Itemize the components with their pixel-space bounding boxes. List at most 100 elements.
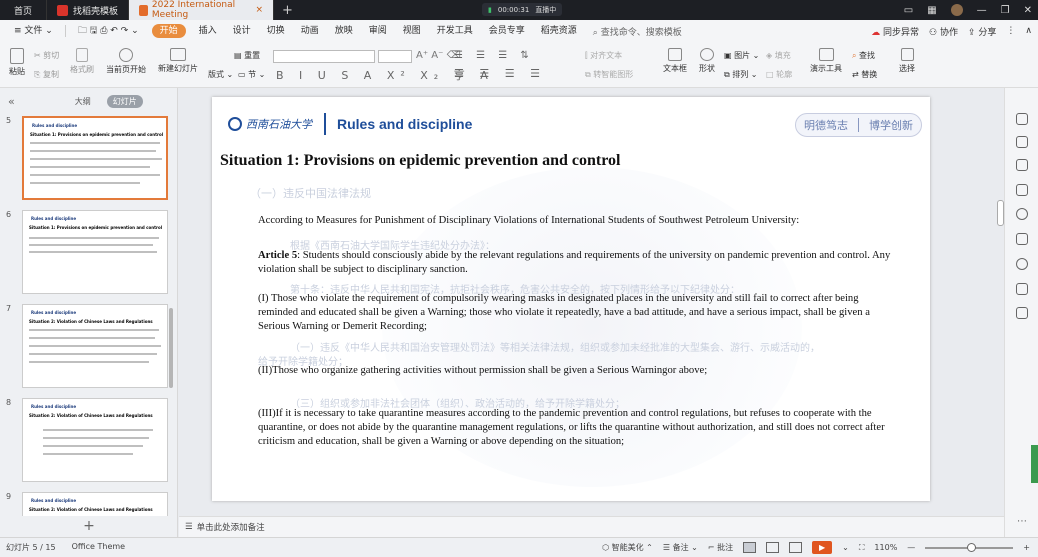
tab-home[interactable]: 首页	[0, 0, 48, 20]
slide-title[interactable]: Rules and discipline	[337, 116, 472, 132]
tab-outline[interactable]: 大纲	[69, 95, 97, 108]
location-icon[interactable]	[1016, 258, 1028, 270]
picture-icon[interactable]	[1016, 233, 1028, 245]
thumbnail-scrollbar[interactable]	[169, 308, 173, 388]
recording-indicator[interactable]: ▮ 00:00:31 直播中	[482, 3, 563, 16]
font-size-field[interactable]	[378, 50, 412, 63]
quick-access-icons[interactable]: 🗀 🖫 ⎙ ↶ ↷ ⌄	[70, 20, 147, 42]
thumbnail-slide[interactable]: Rules and discipline Situation 2: Violat…	[22, 304, 168, 388]
zoom-out-button[interactable]: —	[907, 543, 915, 552]
collapse-icon[interactable]: ∧	[1025, 26, 1032, 36]
layout-dropdown[interactable]: 版式 ⌄	[208, 69, 233, 80]
copy-icon[interactable]	[1016, 184, 1028, 196]
textbox-button[interactable]: 文本框	[660, 48, 690, 74]
collab-button[interactable]: ⚇ 协作	[929, 25, 958, 38]
adjust-icon[interactable]	[1016, 136, 1028, 148]
menu-item-developer[interactable]: 开发工具	[429, 20, 481, 42]
thumbnail-slide[interactable]: Rules and discipline Situation 1: Provis…	[22, 210, 168, 294]
body-paragraph[interactable]: (III)If it is necessary to take quaranti…	[258, 407, 910, 449]
share-button[interactable]: ⇪ 分享	[968, 25, 996, 38]
cube-icon[interactable]	[1016, 307, 1028, 319]
more-tools-icon[interactable]: ⋯	[1017, 516, 1027, 527]
grid-icon[interactable]: ▦	[927, 5, 936, 16]
outline-button[interactable]: □ 轮廓	[766, 69, 792, 80]
menu-item-animation[interactable]: 动画	[293, 20, 327, 42]
smartart-button[interactable]: ⧉ 转智能图形	[585, 69, 633, 80]
normal-view-icon[interactable]	[743, 542, 757, 553]
animation-icon[interactable]	[1016, 159, 1028, 171]
body-paragraph[interactable]: (II)Those who organize gathering activit…	[258, 364, 898, 378]
command-search[interactable]: ⌕ 查找命令、搜索模板	[585, 25, 690, 38]
thumbnail-item[interactable]: 7 Rules and discipline Situation 2: Viol…	[6, 304, 168, 388]
menu-item-member[interactable]: 会员专享	[481, 20, 533, 42]
collapse-pane-icon[interactable]: «	[8, 95, 15, 108]
book-icon[interactable]	[1016, 283, 1028, 295]
slide-heading[interactable]: Situation 1: Provisions on epidemic prev…	[220, 152, 620, 170]
reset-button[interactable]: ▤ 重置	[234, 50, 260, 61]
tab-document[interactable]: 2022 International Meeting ×	[129, 0, 275, 20]
slideshow-play-icon[interactable]: ▶	[812, 541, 833, 554]
close-tab-icon[interactable]: ×	[255, 5, 263, 15]
tab-template[interactable]: 找稻壳模板	[47, 0, 130, 20]
slideshow-dropdown-icon[interactable]: ⌄	[842, 543, 849, 552]
zoom-in-button[interactable]: +	[1023, 543, 1030, 552]
sorter-view-icon[interactable]	[766, 542, 780, 553]
thumbnail-slide[interactable]: Rules and discipline Situation 2: Violat…	[22, 492, 168, 516]
menu-file[interactable]: ≡ 文件 ⌄	[6, 20, 61, 42]
section-dropdown[interactable]: ▭ 节 ⌄	[238, 69, 265, 80]
thumbnail-item[interactable]: 8 Rules and discipline Situation 2: Viol…	[6, 398, 168, 482]
restore-icon[interactable]: ❐	[1001, 5, 1010, 16]
find-button[interactable]: ⌕ 查找	[852, 50, 875, 61]
fill-button[interactable]: ◈ 填充	[766, 50, 791, 61]
zoom-level[interactable]: 110%	[874, 543, 897, 552]
menu-item-resources[interactable]: 稻壳资源	[533, 20, 585, 42]
notes-toggle[interactable]: ☰ 备注 ⌄	[663, 542, 698, 553]
sync-status[interactable]: ☁ 同步异常	[871, 25, 919, 38]
menu-item-insert[interactable]: 插入	[191, 20, 225, 42]
thumbnail-slide[interactable]: Rules and discipline Situation 1: Provis…	[22, 116, 168, 200]
menu-item-slideshow[interactable]: 放映	[327, 20, 361, 42]
paragraph-row-2[interactable]: ☰ ☰ ☰ ☰	[454, 67, 546, 80]
tab-slides[interactable]: 幻灯片	[106, 94, 143, 108]
arrange-button[interactable]: ⧉ 排列 ⌄	[724, 69, 758, 80]
presentation-tools-button[interactable]: 演示工具	[806, 48, 846, 74]
fit-icon[interactable]: ⛶	[859, 543, 865, 553]
beautify-button[interactable]: ⬡ 智能美化 ⌃	[602, 542, 653, 553]
body-paragraph[interactable]: (I) Those who violate the requirement of…	[258, 292, 898, 334]
comments-toggle[interactable]: ⌐ 批注	[708, 542, 733, 553]
add-slide-button[interactable]: +	[0, 514, 178, 537]
new-tab-button[interactable]: +	[274, 0, 301, 20]
more-icon[interactable]: ⋮	[1006, 26, 1015, 36]
body-paragraph[interactable]: According to Measures for Punishment of …	[258, 214, 898, 228]
picture-button[interactable]: ▣ 图片 ⌄	[724, 50, 759, 61]
paste-button[interactable]: 粘贴	[6, 48, 28, 77]
select-button[interactable]: 选择	[896, 48, 918, 74]
font-name-field[interactable]	[273, 50, 375, 63]
replace-button[interactable]: ⇄ 替换	[852, 69, 877, 80]
text-direction-button[interactable]: ⫿ 对齐文本	[585, 50, 622, 61]
menu-item-review[interactable]: 审阅	[361, 20, 395, 42]
slide[interactable]: 西南石油大学 Rules and discipline 明德笃志 博学创新 Si…	[212, 97, 930, 501]
menu-item-view[interactable]: 视图	[395, 20, 429, 42]
menu-item-transition[interactable]: 切换	[259, 20, 293, 42]
format-painter-button[interactable]: 格式刷	[68, 48, 96, 75]
zoom-slider-knob[interactable]	[967, 542, 977, 552]
menu-item-design[interactable]: 设计	[225, 20, 259, 42]
side-panel-toggle[interactable]	[1031, 445, 1038, 483]
reading-view-icon[interactable]	[789, 542, 803, 553]
help-icon[interactable]	[1016, 208, 1028, 220]
play-from-current-button[interactable]: 当前页开始	[104, 48, 148, 75]
close-window-icon[interactable]: ✕	[1024, 5, 1032, 16]
thumbnail-item[interactable]: 5 Rules and discipline Situation 1: Prov…	[6, 116, 168, 200]
minimize-icon[interactable]: —	[977, 5, 987, 16]
thumbnail-item[interactable]: 9 Rules and discipline Situation 2: Viol…	[6, 492, 168, 516]
avatar[interactable]	[950, 4, 963, 16]
thumbnail-item[interactable]: 6 Rules and discipline Situation 1: Prov…	[6, 210, 168, 294]
article-paragraph[interactable]: Article 5: Students should consciously a…	[258, 249, 898, 277]
zoom-slider[interactable]	[925, 542, 1014, 552]
notes-bar[interactable]: ☰ 单击此处添加备注	[179, 516, 1004, 537]
thumbnail-slide[interactable]: Rules and discipline Situation 2: Violat…	[22, 398, 168, 482]
cut-button[interactable]: ✂ 剪切	[34, 50, 59, 61]
canvas-scrollbar[interactable]	[997, 200, 1004, 226]
menu-start[interactable]: 开始	[151, 24, 186, 38]
